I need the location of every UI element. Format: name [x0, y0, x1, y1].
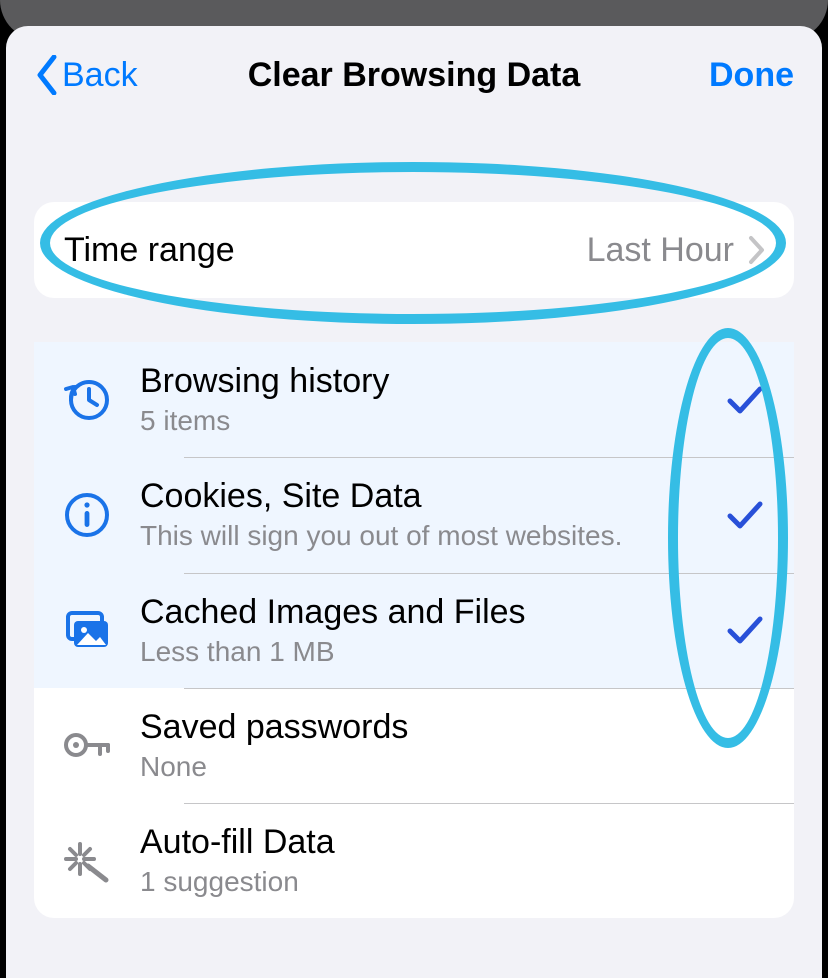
row-subtitle: None	[140, 751, 766, 783]
chevron-left-icon	[34, 55, 60, 95]
row-browsing-history[interactable]: Browsing history 5 items	[34, 342, 794, 457]
time-range-value-wrap: Last Hour	[587, 231, 766, 270]
checkmark-icon	[724, 379, 766, 421]
checkmark-icon	[724, 494, 766, 536]
row-cookies[interactable]: Cookies, Site Data This will sign you ou…	[34, 457, 794, 572]
row-subtitle: 5 items	[140, 405, 712, 437]
time-range-group: Time range Last Hour	[34, 202, 794, 298]
chevron-right-icon	[748, 235, 766, 265]
done-button[interactable]: Done	[709, 56, 794, 95]
key-icon	[60, 718, 114, 772]
row-body: Saved passwords None	[140, 708, 766, 783]
row-subtitle: Less than 1 MB	[140, 636, 712, 668]
row-title: Cookies, Site Data	[140, 477, 712, 516]
settings-sheet: Back Clear Browsing Data Done Time range…	[6, 26, 822, 978]
row-title: Cached Images and Files	[140, 593, 712, 632]
navigation-bar: Back Clear Browsing Data Done	[6, 26, 822, 124]
row-subtitle: 1 suggestion	[140, 866, 766, 898]
time-range-row[interactable]: Time range Last Hour	[34, 202, 794, 298]
row-body: Browsing history 5 items	[140, 362, 712, 437]
back-button-label: Back	[62, 56, 138, 95]
info-icon	[60, 488, 114, 542]
back-button[interactable]: Back	[34, 55, 138, 95]
time-range-label: Time range	[64, 231, 235, 270]
autofill-icon	[60, 834, 114, 888]
row-subtitle: This will sign you out of most websites.	[140, 520, 712, 552]
checkmark-icon	[724, 609, 766, 651]
row-title: Browsing history	[140, 362, 712, 401]
row-body: Cookies, Site Data This will sign you ou…	[140, 477, 712, 552]
row-passwords[interactable]: Saved passwords None	[34, 688, 794, 803]
row-autofill[interactable]: Auto-fill Data 1 suggestion	[34, 803, 794, 918]
row-body: Cached Images and Files Less than 1 MB	[140, 593, 712, 668]
data-types-group: Browsing history 5 items Cookies, Site D…	[34, 342, 794, 918]
images-icon	[60, 603, 114, 657]
time-range-value: Last Hour	[587, 231, 734, 270]
row-body: Auto-fill Data 1 suggestion	[140, 823, 766, 898]
history-icon	[60, 373, 114, 427]
row-title: Saved passwords	[140, 708, 766, 747]
row-cache[interactable]: Cached Images and Files Less than 1 MB	[34, 573, 794, 688]
row-title: Auto-fill Data	[140, 823, 766, 862]
